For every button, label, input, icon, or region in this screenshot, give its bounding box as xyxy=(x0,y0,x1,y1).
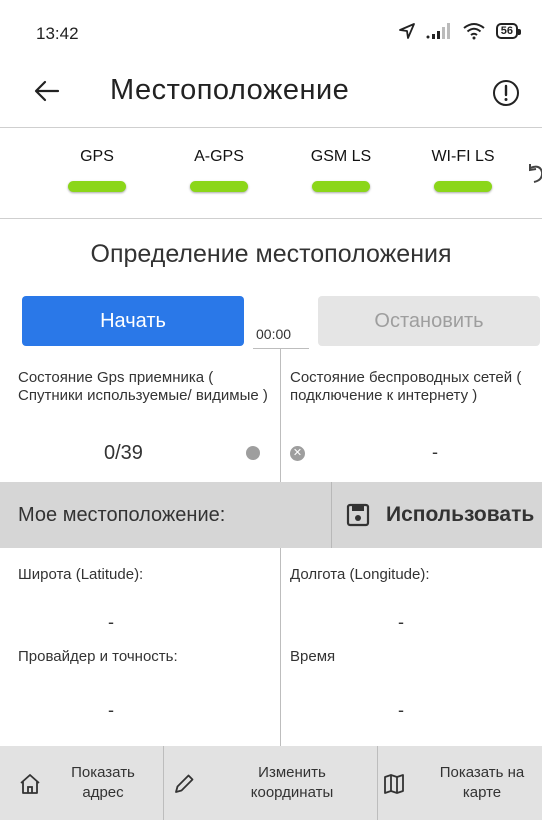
status-indicator xyxy=(68,181,126,192)
latitude-label: Широта (Latitude): xyxy=(18,566,144,583)
show-address-label: Показать адрес xyxy=(71,764,135,801)
map-icon xyxy=(384,774,404,794)
status-indicator xyxy=(434,181,492,192)
save-icon xyxy=(346,503,370,527)
signal-icon xyxy=(426,23,450,39)
provider-value: - xyxy=(108,700,114,720)
time-label: Время xyxy=(290,648,336,665)
page-title: Местоположение xyxy=(110,74,350,106)
timer: 00:00 xyxy=(256,326,292,342)
arrow-left-icon[interactable] xyxy=(34,78,60,109)
divider xyxy=(280,349,281,482)
bottom-action-bar: Показать адрес Изменить координаты Показ… xyxy=(0,746,542,820)
latitude-value: - xyxy=(108,612,114,632)
gps-status-dot-icon xyxy=(246,446,260,460)
tab-label: A-GPS xyxy=(194,148,244,165)
show-address-button[interactable]: Показать адрес xyxy=(0,746,163,820)
provider-tabs: GPS A-GPS GSM LS WI-FI LS xyxy=(0,128,542,218)
tab-agps[interactable]: A-GPS xyxy=(164,148,274,192)
tab-wifi-ls[interactable]: WI-FI LS xyxy=(408,148,518,192)
network-status-label: Состояние беспроводных сетей ( подключен… xyxy=(290,369,522,404)
use-location-button[interactable]: Использовать xyxy=(332,482,542,548)
close-circle-icon: ✕ xyxy=(290,446,305,461)
info-circle-icon[interactable] xyxy=(492,79,520,112)
battery-icon: 56 xyxy=(495,23,522,39)
use-location-label: Использовать xyxy=(386,503,535,526)
show-on-map-button[interactable]: Показать на карте xyxy=(378,746,542,820)
divider xyxy=(0,218,542,219)
pencil-icon xyxy=(175,774,194,793)
status-icons: 56 xyxy=(398,22,522,40)
status-indicator xyxy=(190,181,248,192)
divider xyxy=(280,548,281,746)
location-arrow-icon xyxy=(398,23,415,39)
show-on-map-label: Показать на карте xyxy=(439,764,525,801)
my-location-bar: Мое местоположение: Использовать xyxy=(0,482,542,548)
tab-label: GSM LS xyxy=(310,148,372,165)
status-time: 13:42 xyxy=(36,24,79,43)
section-title: Определение местоположения xyxy=(90,240,452,268)
app-bar: Местоположение xyxy=(0,64,542,126)
edit-coordinates-button[interactable]: Изменить координаты xyxy=(164,746,377,820)
tab-gps[interactable]: GPS xyxy=(42,148,152,192)
stop-button[interactable]: Остановить xyxy=(318,296,540,346)
provider-label: Провайдер и точность: xyxy=(18,648,178,665)
home-icon xyxy=(20,774,40,794)
time-value: - xyxy=(398,700,404,720)
divider xyxy=(253,348,309,349)
longitude-value: - xyxy=(398,612,404,632)
status-bar: 13:42 56 xyxy=(0,0,542,64)
refresh-icon[interactable] xyxy=(526,162,542,193)
start-button[interactable]: Начать xyxy=(22,296,244,346)
tab-gsm-ls[interactable]: GSM LS xyxy=(286,148,396,192)
my-location-label: Мое местоположение: xyxy=(18,504,226,526)
status-indicator xyxy=(312,181,370,192)
edit-coordinates-label: Изменить координаты xyxy=(250,764,334,801)
network-status-value: - xyxy=(432,442,438,462)
wifi-icon xyxy=(463,23,485,40)
gps-satellite-count: 0/39 xyxy=(104,442,143,464)
gps-status-label: Состояние Gps приемника ( Спутники испол… xyxy=(18,369,268,404)
longitude-label: Долгота (Longitude): xyxy=(290,566,430,583)
tab-label: GPS xyxy=(80,148,114,165)
tab-label: WI-FI LS xyxy=(431,148,495,165)
